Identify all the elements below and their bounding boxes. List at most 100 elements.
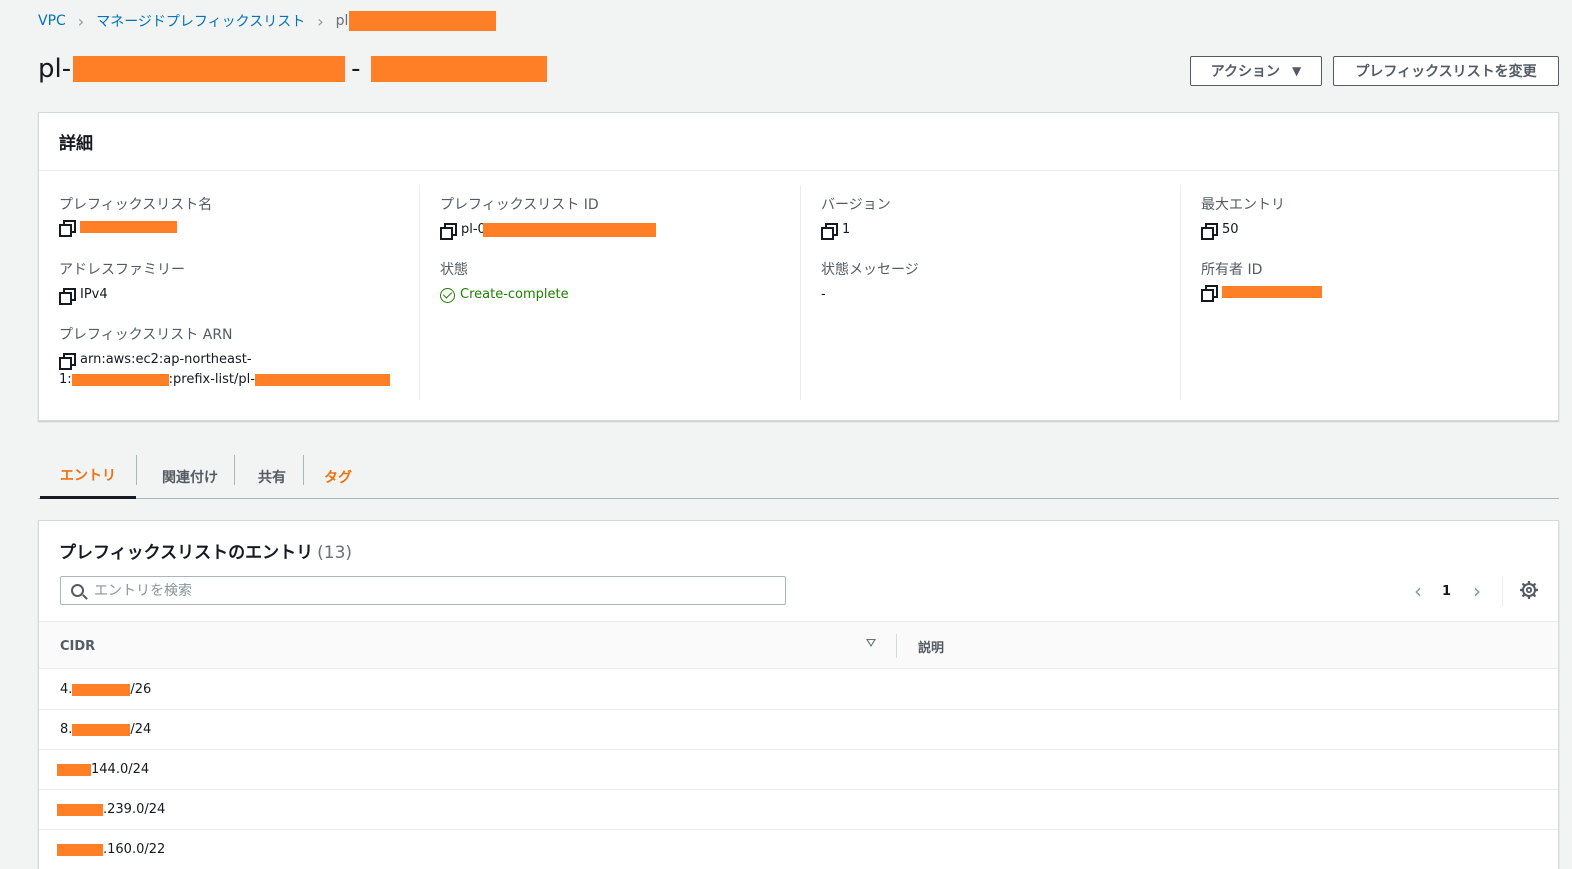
table-row[interactable]: 144.0/24: [39, 750, 1558, 790]
cidr-suffix: .239.0/24: [103, 802, 166, 817]
modify-prefix-list-button[interactable]: プレフィックスリストを変更: [1333, 56, 1559, 86]
state-label: 状態: [440, 262, 468, 278]
prefix-list-id-label: プレフィックスリスト ID: [440, 197, 599, 213]
check-circle-icon: [440, 287, 455, 303]
redacted-block: [72, 683, 131, 696]
caret-down-icon: ▼: [1292, 64, 1302, 78]
toolbar-divider: [1502, 576, 1503, 606]
table-header: CIDR 説明: [39, 621, 1558, 669]
table-row[interactable]: .160.0/22: [39, 830, 1558, 869]
breadcrumb-current: pl-: [336, 11, 497, 31]
breadcrumb-prefix-lists-link[interactable]: マネージドプレフィックスリスト: [96, 11, 305, 31]
address-family-field: アドレスファミリー IPv4: [59, 260, 409, 305]
copy-icon[interactable]: [1201, 285, 1218, 302]
arn-line-2-middle: :prefix-list/pl-: [168, 372, 255, 387]
copy-icon[interactable]: [821, 223, 838, 240]
state-message-label: 状態メッセージ: [821, 262, 919, 278]
state-field: 状態 Create-complete: [440, 260, 790, 305]
version-value: 1: [821, 220, 1170, 240]
cidr-prefix: 4.: [60, 682, 73, 697]
page-number[interactable]: 1: [1442, 584, 1451, 599]
redacted-block: [57, 843, 103, 856]
max-entries-text: 50: [1222, 222, 1239, 237]
redacted-block: [482, 223, 656, 237]
prefix-list-name-field: プレフィックスリスト名: [59, 195, 409, 237]
table-row[interactable]: 4. /26: [39, 670, 1558, 710]
owner-id-value: [1201, 285, 1550, 302]
entries-search-box[interactable]: [60, 576, 786, 605]
cidr-suffix: /24: [130, 722, 152, 737]
details-column-4: 最大エントリ 50 所有者 ID: [1180, 185, 1560, 400]
breadcrumb-vpc-link[interactable]: VPC: [38, 13, 66, 29]
cidr-cell: 4. /26: [60, 682, 151, 697]
arn-field: プレフィックスリスト ARN arn:aws:ec2:ap-northeast-…: [59, 325, 409, 390]
entries-heading: プレフィックスリストのエントリ (13): [59, 538, 352, 563]
redacted-block: [71, 374, 169, 386]
redacted-block: [1222, 286, 1322, 298]
cidr-cell: 144.0/24: [57, 762, 149, 777]
prefix-list-id-field: プレフィックスリスト ID pl-0: [440, 195, 790, 240]
cidr-suffix: /26: [130, 682, 152, 697]
column-header-description[interactable]: 説明: [918, 622, 944, 670]
redacted-block: [73, 56, 346, 82]
version-text: 1: [842, 222, 851, 237]
prefix-list-id-value: pl-0: [440, 220, 790, 240]
tab-sharing[interactable]: 共有: [244, 454, 300, 499]
redacted-block: [80, 221, 177, 233]
column-divider[interactable]: [896, 634, 897, 658]
pagination: ‹ 1 ›: [1414, 579, 1481, 603]
version-field: バージョン 1: [821, 195, 1170, 240]
details-panel: 詳細 プレフィックスリスト名 アドレスファミリー IPv4 プレフィックスリスト…: [38, 112, 1559, 421]
address-family-value: IPv4: [59, 285, 409, 305]
cidr-cell: .160.0/22: [57, 842, 165, 857]
chevron-right-icon[interactable]: ›: [1473, 579, 1481, 603]
arn-value: arn:aws:ec2:ap-northeast- 1: :prefix-lis…: [59, 350, 409, 390]
actions-dropdown-button[interactable]: アクション ▼: [1190, 56, 1322, 86]
tab-associations[interactable]: 関連付け: [146, 454, 234, 499]
owner-id-field: 所有者 ID: [1201, 260, 1550, 302]
redacted-block: [370, 56, 547, 82]
arn-line-1: arn:aws:ec2:ap-northeast-: [80, 352, 252, 367]
details-column-2: プレフィックスリスト ID pl-0 状態 Create-complete: [419, 185, 800, 400]
max-entries-field: 最大エントリ 50: [1201, 195, 1550, 240]
owner-id-label: 所有者 ID: [1201, 262, 1263, 278]
copy-icon[interactable]: [440, 223, 457, 240]
cidr-suffix: .160.0/22: [103, 842, 166, 857]
version-label: バージョン: [821, 197, 891, 213]
details-grid: プレフィックスリスト名 アドレスファミリー IPv4 プレフィックスリスト AR…: [39, 171, 1558, 420]
table-row[interactable]: 8. /24: [39, 710, 1558, 750]
copy-icon[interactable]: [59, 220, 76, 237]
copy-icon[interactable]: [59, 288, 76, 305]
actions-button-label: アクション: [1210, 64, 1281, 80]
prefix-list-name-value: [59, 220, 409, 237]
column-header-cidr[interactable]: CIDR: [60, 622, 95, 670]
details-column-1: プレフィックスリスト名 アドレスファミリー IPv4 プレフィックスリスト AR…: [39, 185, 419, 400]
redacted-block: [57, 763, 91, 776]
max-entries-label: 最大エントリ: [1201, 197, 1285, 213]
redacted-block: [254, 374, 390, 386]
search-icon: [71, 584, 84, 597]
arn-line-2-prefix: 1:: [59, 372, 72, 387]
copy-icon[interactable]: [59, 353, 76, 370]
state-message-value: -: [821, 287, 826, 302]
chevron-left-icon[interactable]: ‹: [1414, 579, 1422, 603]
address-family-label: アドレスファミリー: [59, 262, 185, 278]
breadcrumb: VPC › マネージドプレフィックスリスト › pl-: [38, 11, 497, 31]
entries-search-input[interactable]: [94, 582, 744, 599]
max-entries-value: 50: [1201, 220, 1550, 240]
table-row[interactable]: .239.0/24: [39, 790, 1558, 830]
tab-tags[interactable]: タグ: [313, 454, 363, 499]
entries-count: (13): [317, 543, 353, 563]
tab-divider: [234, 455, 235, 485]
tab-entries[interactable]: エントリ: [40, 454, 136, 499]
page-title: pl- -: [38, 54, 547, 84]
page-title-separator: -: [351, 54, 361, 84]
redacted-block: [349, 11, 497, 31]
cidr-cell: .239.0/24: [57, 802, 165, 817]
copy-icon[interactable]: [1201, 223, 1218, 240]
chevron-right-icon: ›: [77, 11, 85, 31]
sort-descending-icon[interactable]: [866, 639, 876, 647]
tab-divider: [303, 455, 304, 485]
settings-gear-icon[interactable]: [1519, 580, 1539, 600]
redacted-block: [72, 723, 131, 736]
